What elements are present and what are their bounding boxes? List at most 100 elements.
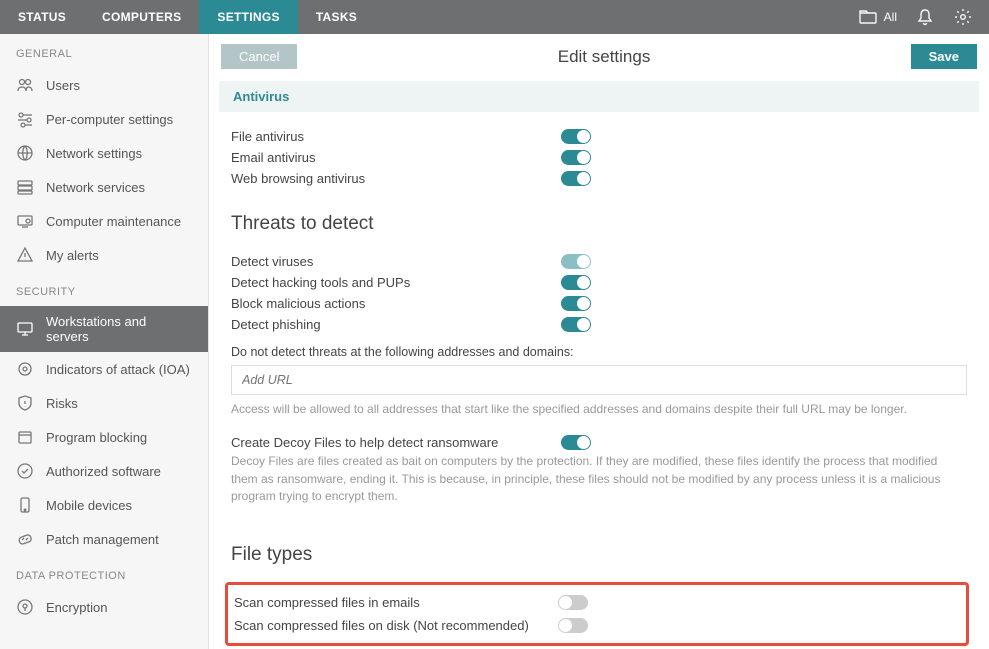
- cancel-button[interactable]: Cancel: [221, 44, 297, 69]
- page-header: Cancel Edit settings Save: [219, 44, 979, 69]
- url-exclusion-input[interactable]: [231, 365, 967, 395]
- sidebar-item-label: Program blocking: [46, 430, 147, 445]
- sidebar-item-workstations[interactable]: Workstations and servers: [0, 306, 208, 352]
- sidebar-item-label: Authorized software: [46, 464, 161, 479]
- row-web-antivirus: Web browsing antivirus: [219, 168, 979, 189]
- monitor-icon: [16, 320, 34, 338]
- toggle-block-malicious[interactable]: [561, 296, 591, 311]
- sidebar-item-per-computer[interactable]: Per-computer settings: [0, 102, 208, 136]
- users-icon: [16, 76, 34, 94]
- url-exclusion-help: Access will be allowed to all addresses …: [219, 401, 979, 432]
- sidebar-item-users[interactable]: Users: [0, 68, 208, 102]
- topbar-right: All: [858, 0, 989, 34]
- sidebar-item-authorized-software[interactable]: Authorized software: [0, 454, 208, 488]
- globe-icon: [16, 144, 34, 162]
- sidebar-item-label: Network services: [46, 180, 145, 195]
- heading-filetypes: File types: [231, 544, 979, 566]
- phone-icon: [16, 496, 34, 514]
- sidebar-group-security: SECURITY: [0, 272, 208, 306]
- top-bar: STATUS COMPUTERS SETTINGS TASKS All: [0, 0, 989, 34]
- sidebar-item-label: Per-computer settings: [46, 112, 173, 127]
- sliders-icon: [16, 110, 34, 128]
- row-detect-hacking: Detect hacking tools and PUPs: [219, 272, 979, 293]
- highlighted-filetypes-box: Scan compressed files in emails Scan com…: [225, 582, 969, 646]
- sidebar-item-patch-management[interactable]: Patch management: [0, 522, 208, 556]
- sidebar-item-label: Users: [46, 78, 80, 93]
- row-detect-viruses: Detect viruses: [219, 251, 979, 272]
- patch-icon: [16, 530, 34, 548]
- server-icon: [16, 178, 34, 196]
- sidebar-item-label: Workstations and servers: [46, 314, 192, 344]
- toggle-detect-phishing[interactable]: [561, 317, 591, 332]
- toggle-label: Block malicious actions: [231, 296, 561, 311]
- sidebar-item-my-alerts[interactable]: My alerts: [0, 238, 208, 272]
- toggle-label: Create Decoy Files to help detect ransom…: [231, 435, 561, 450]
- tab-status[interactable]: STATUS: [0, 0, 84, 34]
- sidebar-item-label: Encryption: [46, 600, 107, 615]
- sidebar-item-label: Patch management: [46, 532, 159, 547]
- toggle-label: Web browsing antivirus: [231, 171, 561, 186]
- toggle-web-antivirus[interactable]: [561, 171, 591, 186]
- sidebar-item-risks[interactable]: Risks: [0, 386, 208, 420]
- sidebar-item-network-services[interactable]: Network services: [0, 170, 208, 204]
- sidebar-item-program-blocking[interactable]: Program blocking: [0, 420, 208, 454]
- sidebar-item-ioa[interactable]: Indicators of attack (IOA): [0, 352, 208, 386]
- sidebar: GENERAL Users Per-computer settings Netw…: [0, 34, 209, 649]
- row-email-antivirus: Email antivirus: [219, 147, 979, 168]
- toggle-scan-compressed-disk[interactable]: [558, 618, 588, 633]
- toggle-email-antivirus[interactable]: [561, 150, 591, 165]
- topbar-tabs: STATUS COMPUTERS SETTINGS TASKS: [0, 0, 375, 34]
- sidebar-item-encryption[interactable]: Encryption: [0, 590, 208, 624]
- sidebar-item-label: Mobile devices: [46, 498, 132, 513]
- page-title: Edit settings: [297, 47, 910, 67]
- tab-computers[interactable]: COMPUTERS: [84, 0, 199, 34]
- tab-settings[interactable]: SETTINGS: [199, 0, 297, 34]
- toggle-file-antivirus[interactable]: [561, 129, 591, 144]
- gear-icon[interactable]: [953, 7, 973, 27]
- decoy-help: Decoy Files are files created as bait on…: [219, 453, 979, 519]
- alert-icon: [16, 246, 34, 264]
- toggle-label: Detect phishing: [231, 317, 561, 332]
- toggle-label: Email antivirus: [231, 150, 561, 165]
- toggle-label: Scan compressed files in emails: [234, 595, 558, 610]
- heading-threats: Threats to detect: [231, 213, 979, 235]
- url-exclusion-wrapper: [231, 365, 967, 395]
- wrench-icon: [16, 212, 34, 230]
- box-icon: [16, 428, 34, 446]
- sidebar-item-label: Computer maintenance: [46, 214, 181, 229]
- save-button[interactable]: Save: [911, 44, 977, 69]
- toggle-label: Detect hacking tools and PUPs: [231, 275, 561, 290]
- lock-icon: [16, 598, 34, 616]
- toggle-detect-hacking[interactable]: [561, 275, 591, 290]
- sidebar-item-network-settings[interactable]: Network settings: [0, 136, 208, 170]
- sidebar-item-computer-maintenance[interactable]: Computer maintenance: [0, 204, 208, 238]
- row-block-malicious: Block malicious actions: [219, 293, 979, 314]
- row-scan-all-files: Scan all files regardless of their exten…: [219, 646, 979, 649]
- url-exclusion-label: Do not detect threats at the following a…: [219, 335, 979, 365]
- sidebar-item-label: My alerts: [46, 248, 99, 263]
- shield-icon: [16, 394, 34, 412]
- content: Cancel Edit settings Save Antivirus File…: [209, 34, 989, 649]
- folder-icon: [858, 7, 878, 27]
- toggle-label: Detect viruses: [231, 254, 561, 269]
- sidebar-group-general: GENERAL: [0, 34, 208, 68]
- filter-all[interactable]: All: [858, 7, 897, 27]
- section-strip-antivirus: Antivirus: [219, 81, 979, 112]
- toggle-label: File antivirus: [231, 129, 561, 144]
- target-icon: [16, 360, 34, 378]
- sidebar-item-label: Risks: [46, 396, 78, 411]
- toggle-scan-compressed-emails[interactable]: [558, 595, 588, 610]
- toggle-detect-viruses[interactable]: [561, 254, 591, 269]
- row-scan-compressed-disk: Scan compressed files on disk (Not recom…: [228, 614, 966, 637]
- sidebar-item-mobile-devices[interactable]: Mobile devices: [0, 488, 208, 522]
- toggle-decoy-files[interactable]: [561, 435, 591, 450]
- sidebar-item-label: Network settings: [46, 146, 142, 161]
- toggle-label: Scan compressed files on disk (Not recom…: [234, 618, 558, 633]
- check-circle-icon: [16, 462, 34, 480]
- bell-icon[interactable]: [915, 7, 935, 27]
- sidebar-group-data-protection: DATA PROTECTION: [0, 556, 208, 590]
- filter-all-label: All: [884, 10, 897, 24]
- row-scan-compressed-emails: Scan compressed files in emails: [228, 591, 966, 614]
- sidebar-item-label: Indicators of attack (IOA): [46, 362, 190, 377]
- tab-tasks[interactable]: TASKS: [298, 0, 375, 34]
